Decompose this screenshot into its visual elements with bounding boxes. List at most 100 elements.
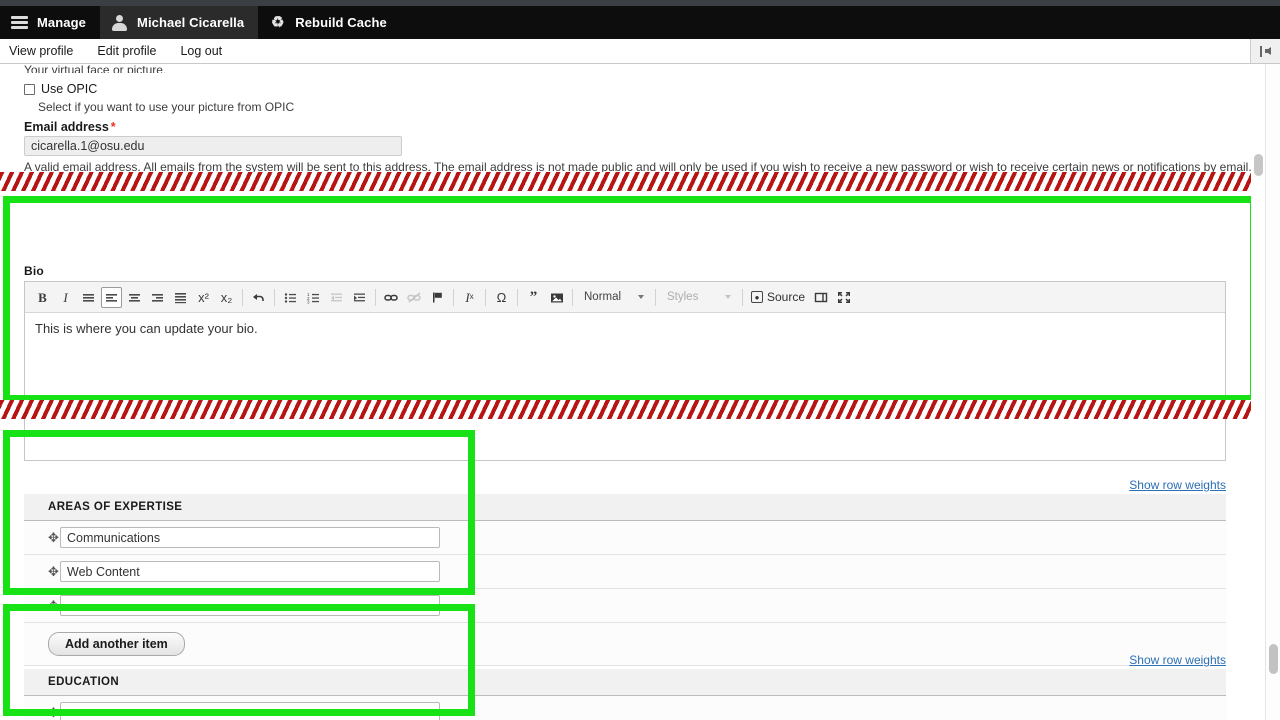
page-scrollbar-thumb[interactable] — [1269, 644, 1278, 674]
templates-icon[interactable] — [810, 287, 831, 308]
styles-select[interactable]: Styles — [662, 287, 736, 308]
bio-editor: B I x² x₂ 1 2 3 I x Ω ” Normal Styles ● … — [24, 281, 1226, 461]
chevron-down-icon — [725, 295, 731, 299]
paragraph-format-select[interactable]: Normal — [579, 287, 649, 308]
paragraph-format-value: Normal — [584, 291, 622, 303]
outdent-icon[interactable] — [326, 287, 347, 308]
bio-editor-body[interactable]: This is where you can update your bio. — [25, 313, 1225, 460]
align-block-justify-icon[interactable] — [170, 287, 191, 308]
bold-button[interactable]: B — [32, 287, 53, 308]
redaction-band-2 — [0, 400, 1280, 419]
use-opic-checkbox-row[interactable]: Use OPIC — [24, 82, 97, 96]
undo-icon[interactable] — [248, 287, 269, 308]
education-field: Show row weights EDUCATION ✥ — [24, 653, 1226, 720]
use-opic-label[interactable]: Use OPIC — [41, 82, 97, 96]
toolbar-tab-rebuild-cache[interactable]: ♻ Rebuild Cache — [258, 6, 401, 39]
chevron-down-icon — [638, 295, 644, 299]
recycle-icon: ♻ — [270, 14, 285, 31]
drag-handle-icon[interactable]: ✥ — [48, 599, 60, 612]
indent-icon[interactable] — [349, 287, 370, 308]
remove-format-icon[interactable]: Ix — [459, 287, 480, 308]
toolbar-tab-user-label: Michael Cicarella — [137, 15, 245, 30]
expertise-input-0[interactable] — [60, 527, 440, 548]
align-justify-icon[interactable] — [78, 287, 99, 308]
person-icon — [111, 14, 128, 31]
education-header: EDUCATION — [24, 669, 1226, 696]
inner-scrollbar-thumb[interactable] — [1254, 154, 1263, 176]
table-row: ✥ — [24, 695, 1226, 720]
blockquote-icon[interactable]: ” — [523, 287, 544, 308]
email-label: Email address * — [24, 120, 116, 134]
drag-handle-cell[interactable]: ✥ — [24, 695, 60, 720]
tray-link-edit-profile[interactable]: Edit profile — [85, 44, 168, 58]
toolbar-separator — [517, 288, 518, 306]
drag-handle-cell[interactable]: ✥ — [24, 554, 60, 589]
drag-handle-cell[interactable]: ✥ — [24, 520, 60, 555]
page-scrollbar[interactable] — [1265, 64, 1280, 720]
special-character-icon[interactable]: Ω — [491, 287, 512, 308]
tray-link-log-out[interactable]: Log out — [168, 44, 234, 58]
use-opic-checkbox[interactable] — [24, 83, 35, 95]
education-input-cell — [60, 695, 1226, 720]
superscript-button[interactable]: x² — [193, 287, 214, 308]
table-header-row: AREAS OF EXPERTISE — [24, 494, 1226, 521]
align-center-icon[interactable] — [124, 287, 145, 308]
link-icon[interactable] — [381, 287, 402, 308]
expertise-input-cell — [60, 588, 1226, 623]
drag-handle-cell[interactable]: ✥ — [24, 588, 60, 623]
areas-of-expertise-field: Show row weights AREAS OF EXPERTISE ✥ Co… — [24, 478, 1226, 666]
table-row: ✥ — [24, 554, 1226, 589]
use-opic-description: Select if you want to use your picture f… — [38, 100, 295, 114]
education-table: EDUCATION ✥ Add another item — [24, 669, 1226, 720]
source-label: Source — [767, 290, 806, 304]
inner-scrollbar[interactable] — [1251, 64, 1265, 720]
drag-handle-icon[interactable]: ✥ — [48, 531, 60, 544]
show-row-weights-education[interactable]: Show row weights — [24, 653, 1226, 669]
toolbar-separator — [375, 288, 376, 306]
bulleted-list-icon[interactable] — [280, 287, 301, 308]
toolbar-separator — [242, 288, 243, 306]
education-input-0[interactable] — [60, 702, 440, 720]
table-header-row: EDUCATION — [24, 669, 1226, 696]
toolbar-orientation-toggle[interactable] — [1250, 39, 1280, 63]
toolbar-tab-manage-label: Manage — [37, 15, 87, 30]
hamburger-icon — [11, 14, 28, 31]
source-button[interactable]: ● Source — [747, 287, 809, 308]
toolbar-separator — [453, 288, 454, 306]
italic-button[interactable]: I — [55, 287, 76, 308]
align-right-icon[interactable] — [147, 287, 168, 308]
expertise-input-cell — [60, 520, 1226, 555]
expertise-input-2[interactable] — [60, 595, 440, 616]
tray-link-view-profile[interactable]: View profile — [0, 44, 85, 58]
source-icon: ● — [751, 291, 763, 303]
unlink-icon[interactable] — [404, 287, 425, 308]
subscript-button[interactable]: x₂ — [216, 287, 237, 308]
email-label-text: Email address — [24, 120, 109, 134]
toolbar-separator — [572, 288, 573, 306]
numbered-list-icon[interactable]: 123 — [303, 287, 324, 308]
admin-toolbar: Manage Michael Cicarella ♻ Rebuild Cache — [0, 6, 1280, 39]
flag-icon[interactable] — [427, 287, 448, 308]
drag-handle-icon[interactable]: ✥ — [48, 565, 60, 578]
expertise-table: AREAS OF EXPERTISE ✥ ✥ — [24, 494, 1226, 666]
toolbar-tab-manage[interactable]: Manage — [0, 6, 100, 39]
toolbar-separator — [274, 288, 275, 306]
required-marker: * — [110, 120, 116, 134]
show-row-weights-expertise[interactable]: Show row weights — [24, 478, 1226, 494]
toolbar-tray: View profile Edit profile Log out — [0, 39, 1280, 64]
email-field[interactable] — [24, 136, 402, 156]
toolbar-separator — [742, 288, 743, 306]
maximize-icon[interactable] — [833, 287, 854, 308]
styles-value: Styles — [667, 291, 699, 303]
table-row: ✥ — [24, 520, 1226, 555]
drag-handle-icon[interactable]: ✥ — [48, 706, 60, 719]
bio-editor-text: This is where you can update your bio. — [35, 321, 258, 336]
toolbar-tab-rebuild-cache-label: Rebuild Cache — [295, 15, 387, 30]
page-root: Manage Michael Cicarella ♻ Rebuild Cache… — [0, 0, 1280, 720]
expertise-input-1[interactable] — [60, 561, 440, 582]
image-icon[interactable] — [546, 287, 567, 308]
align-left-icon[interactable] — [101, 286, 122, 308]
toolbar-separator — [655, 288, 656, 306]
toolbar-tab-user[interactable]: Michael Cicarella — [100, 6, 259, 39]
toggle-bar-icon — [1260, 45, 1262, 57]
